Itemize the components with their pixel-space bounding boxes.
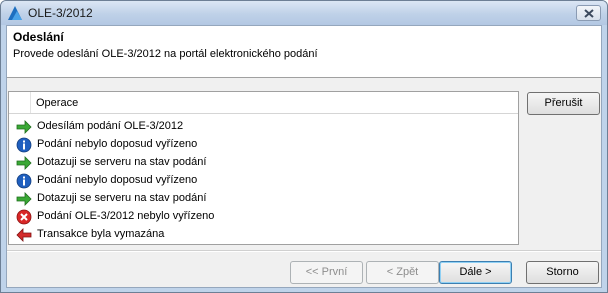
close-icon [584,9,594,18]
list-header-corner [9,92,31,113]
list-item-text: Dotazuji se serveru na stav podání [37,192,207,204]
list-item-text: Podání OLE-3/2012 nebylo vyřízeno [37,210,215,222]
list-item[interactable]: Dotazuji se serveru na stav podání [9,154,518,172]
back-button[interactable]: < Zpět [366,261,439,284]
list-item[interactable]: Podání nebylo doposud vyřízeno [9,172,518,190]
list-item[interactable]: Podání nebylo doposud vyřízeno [9,136,518,154]
list-item-text: Podání nebylo doposud vyřízeno [37,174,198,186]
app-logo-icon [8,6,22,20]
red-arrow-left-icon [16,228,32,242]
next-button[interactable]: Dále > [439,261,512,284]
column-header-operace[interactable]: Operace [36,97,78,109]
close-button[interactable] [576,5,601,21]
dialog-window: OLE-3/2012 Odeslání Provede odeslání OLE… [0,0,608,293]
list-item-text: Odesílám podání OLE-3/2012 [37,120,184,132]
wizard-header: Odeslání Provede odeslání OLE-3/2012 na … [7,26,601,78]
list-item-text: Transakce byla vymazána [37,228,165,240]
list-item[interactable]: Dotazuji se serveru na stav podání [9,190,518,208]
window-title: OLE-3/2012 [28,6,93,20]
cancel-button[interactable]: Storno [526,261,599,284]
page-title: Odeslání [13,30,64,44]
footer-divider [7,250,601,252]
operations-list[interactable]: Operace Odesílám podání OLE-3/2012 Podán… [8,91,519,245]
green-arrow-right-icon [16,192,32,206]
list-item-text: Dotazuji se serveru na stav podání [37,156,207,168]
list-item[interactable]: Transakce byla vymazána [9,226,518,244]
info-icon [16,173,32,189]
green-arrow-right-icon [16,156,32,170]
list-header: Operace [9,92,518,114]
list-item-text: Podání nebylo doposud vyřízeno [37,138,198,150]
green-arrow-right-icon [16,120,32,134]
list-item[interactable]: Podání OLE-3/2012 nebylo vyřízeno [9,208,518,226]
first-button[interactable]: << První [290,261,363,284]
page-subtitle: Provede odeslání OLE-3/2012 na portál el… [13,48,318,60]
list-item[interactable]: Odesílám podání OLE-3/2012 [9,118,518,136]
title-bar[interactable]: OLE-3/2012 [1,1,607,25]
error-icon [16,209,32,225]
abort-button[interactable]: Přerušit [527,92,600,115]
info-icon [16,137,32,153]
dialog-body: Odeslání Provede odeslání OLE-3/2012 na … [6,25,602,288]
